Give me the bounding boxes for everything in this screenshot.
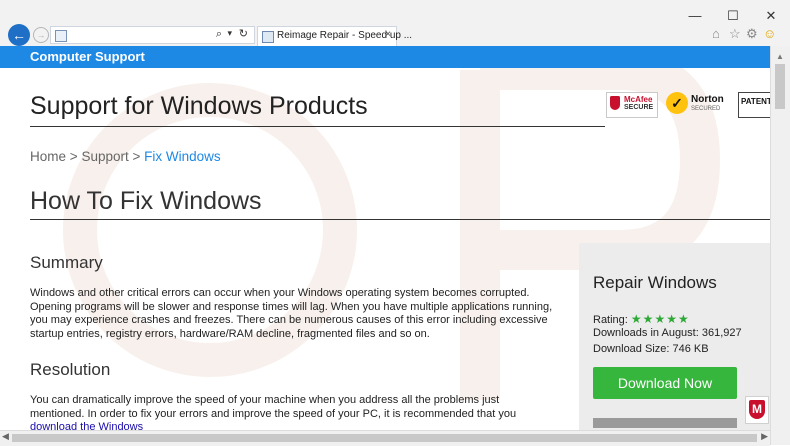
download-now-button[interactable]: Download Now bbox=[593, 367, 737, 399]
summary-text: Windows and other critical errors can oc… bbox=[30, 287, 553, 340]
tab-favicon-icon bbox=[262, 31, 274, 43]
resolution-paragraph: You can dramatically improve the speed o… bbox=[30, 394, 555, 435]
settings-icon[interactable]: ⚙ bbox=[746, 26, 758, 42]
breadcrumb-separator: > bbox=[132, 149, 141, 164]
horizontal-scrollbar[interactable]: ◀ ▶ bbox=[0, 430, 770, 446]
mcafee-secure-badge: McAfee SECURE bbox=[606, 92, 658, 118]
chevron-down-icon[interactable]: ▾ bbox=[227, 28, 232, 39]
sidebar-footer-bar bbox=[593, 418, 737, 428]
mcafee-shield-icon: M bbox=[749, 400, 765, 419]
browser-tab[interactable]: Reimage Repair - Speed up ... × bbox=[257, 26, 412, 46]
title-divider bbox=[30, 219, 770, 220]
norton-check-icon: ✓ bbox=[666, 92, 688, 114]
breadcrumb-support[interactable]: Support bbox=[81, 149, 128, 164]
close-button[interactable]: ✕ bbox=[756, 6, 786, 26]
home-icon[interactable]: ⌂ bbox=[712, 26, 720, 41]
tab-title: Reimage Repair - Speed up ... bbox=[277, 30, 413, 41]
window-controls: — ☐ ✕ bbox=[680, 6, 790, 26]
maximize-button[interactable]: ☐ bbox=[718, 6, 748, 26]
mcafee-badge-text: McAfee bbox=[624, 95, 653, 104]
vertical-scrollbar[interactable]: ▲ bbox=[770, 46, 790, 445]
minimize-button[interactable]: — bbox=[680, 6, 710, 26]
summary-heading: Summary bbox=[30, 253, 103, 272]
forward-button[interactable]: → bbox=[33, 27, 49, 43]
mcafee-badge-subtext: SECURE bbox=[624, 104, 654, 111]
resolution-text: You can dramatically improve the speed o… bbox=[30, 394, 517, 420]
breadcrumb: Home > Support > Fix Windows bbox=[30, 149, 221, 164]
heading-divider bbox=[30, 126, 605, 127]
breadcrumb-current[interactable]: Fix Windows bbox=[144, 149, 221, 164]
norton-secured-badge: ✓ Norton SECURED bbox=[666, 92, 728, 118]
horizontal-scrollbar-thumb[interactable] bbox=[12, 434, 757, 442]
scrollbar-thumb[interactable] bbox=[775, 64, 785, 109]
page-favicon-icon bbox=[55, 30, 67, 42]
norton-badge-subtext: SECURED bbox=[691, 106, 721, 112]
repair-sidebar: Repair Windows Rating: ★★★★★ Downloads i… bbox=[579, 243, 770, 430]
mcafee-floating-badge[interactable]: M bbox=[745, 396, 769, 424]
back-button[interactable]: ← bbox=[8, 24, 30, 46]
address-bar[interactable]: ⌕ ▾ ↻ bbox=[50, 26, 255, 44]
tab-close-icon[interactable]: × bbox=[385, 29, 391, 40]
breadcrumb-home[interactable]: Home bbox=[30, 149, 66, 164]
downloads-count: Downloads in August: 361,927 bbox=[593, 327, 742, 339]
mcafee-shield-icon bbox=[610, 96, 620, 110]
page-title: How To Fix Windows bbox=[30, 187, 262, 215]
favorites-icon[interactable]: ☆ bbox=[729, 26, 741, 42]
sidebar-title: Repair Windows bbox=[593, 273, 717, 292]
smiley-icon[interactable]: ☺ bbox=[763, 26, 776, 41]
site-brand[interactable]: Computer Support bbox=[30, 49, 145, 64]
patent-badge-text: PATENT bbox=[741, 97, 772, 106]
rating-label: Rating: bbox=[593, 314, 628, 326]
resolution-heading: Resolution bbox=[30, 360, 111, 379]
trust-badges: McAfee SECURE ✓ Norton SECURED PATENT bbox=[604, 92, 772, 124]
norton-badge-text: Norton bbox=[691, 94, 724, 105]
scroll-left-icon[interactable]: ◀ bbox=[2, 431, 9, 442]
browser-chrome: — ☐ ✕ ← → ⌕ ▾ ↻ Reimage Repair - Speed u… bbox=[0, 0, 790, 46]
breadcrumb-separator: > bbox=[69, 149, 78, 164]
patent-badge: PATENT bbox=[738, 92, 772, 118]
refresh-icon[interactable]: ↻ bbox=[239, 27, 248, 40]
rating-row: Rating: ★★★★★ bbox=[593, 312, 690, 326]
search-icon[interactable]: ⌕ bbox=[216, 28, 222, 41]
site-heading: Support for Windows Products bbox=[30, 92, 368, 120]
download-size: Download Size: 746 KB bbox=[593, 343, 709, 355]
scroll-up-icon[interactable]: ▲ bbox=[776, 52, 784, 61]
star-rating-icon: ★★★★★ bbox=[630, 312, 690, 326]
site-header-bar: Computer Support bbox=[0, 46, 770, 68]
browser-toolbar: ⌂ ☆ ⚙ ☺ bbox=[712, 26, 782, 44]
scroll-right-icon[interactable]: ▶ bbox=[761, 431, 768, 442]
